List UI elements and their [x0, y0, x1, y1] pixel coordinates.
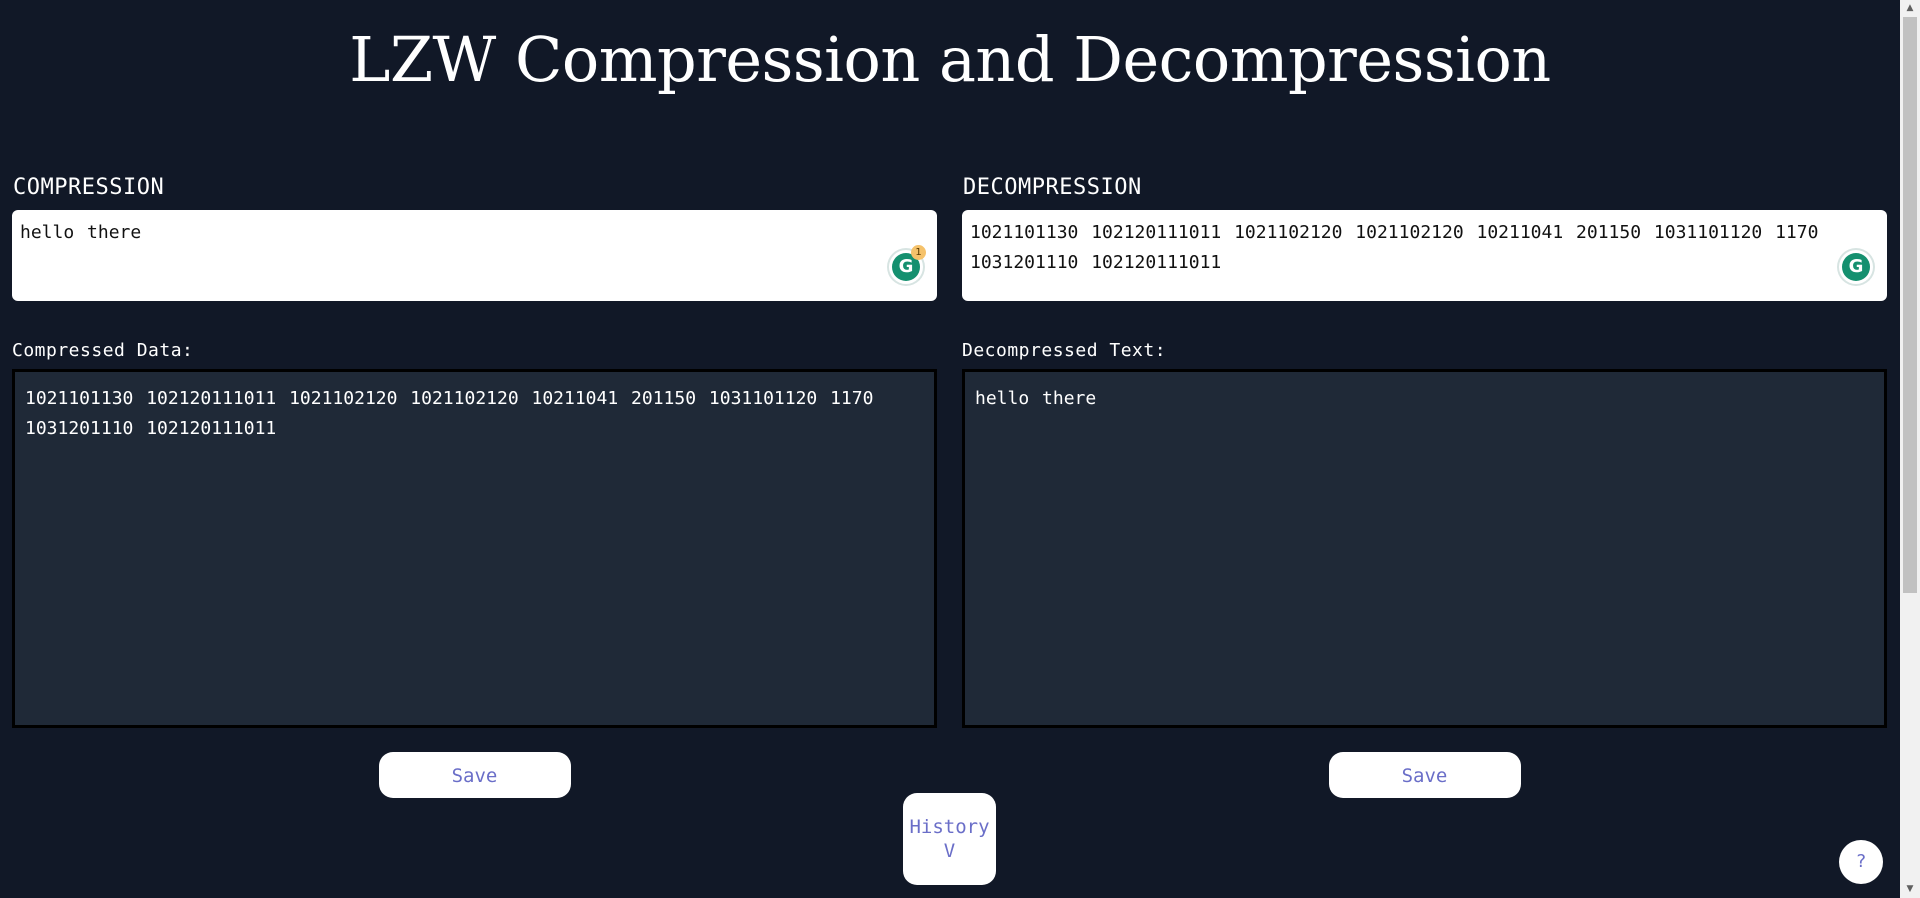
chevron-down-icon: V [943, 840, 956, 862]
decompression-section: DECOMPRESSION 1021101130 102120111011 10… [962, 174, 1887, 798]
compression-input-text: hello there [20, 222, 142, 243]
compressed-data-output[interactable]: 1021101130 102120111011 1021102120 10211… [12, 369, 937, 728]
scrollbar-thumb[interactable] [1903, 17, 1917, 593]
grammarly-icon[interactable]: G [1839, 250, 1873, 284]
compression-section: COMPRESSION hello there G 1 Compressed D… [12, 174, 937, 798]
history-button[interactable]: History V [903, 793, 996, 885]
scrollbar[interactable]: ▲ ▼ [1900, 0, 1920, 898]
decompressed-text-value: hello there [975, 388, 1097, 409]
decompression-label: DECOMPRESSION [963, 175, 1142, 200]
decompression-input[interactable]: 1021101130 102120111011 1021102120 10211… [962, 210, 1887, 301]
scroll-down-arrow-icon[interactable]: ▼ [1900, 881, 1920, 898]
decompression-save-button[interactable]: Save [1328, 752, 1521, 798]
decompressed-text-label: Decompressed Text: [962, 340, 1167, 361]
compression-save-button[interactable]: Save [378, 752, 571, 798]
decompression-input-text: 1021101130 102120111011 1021102120 10211… [970, 222, 1819, 273]
compression-input[interactable]: hello there G 1 [12, 210, 937, 301]
page-title: LZW Compression and Decompression [349, 23, 1551, 96]
scroll-up-arrow-icon[interactable]: ▲ [1900, 0, 1920, 17]
page: LZW Compression and Decompression COMPRE… [0, 0, 1900, 898]
decompressed-text-output[interactable]: hello there [962, 369, 1887, 728]
compression-label: COMPRESSION [13, 175, 165, 200]
help-button[interactable]: ? [1839, 840, 1883, 884]
grammarly-logo: G [1842, 253, 1870, 281]
compressed-data-text: 1021101130 102120111011 1021102120 10211… [25, 388, 874, 439]
compressed-data-label: Compressed Data: [12, 340, 194, 361]
grammarly-icon[interactable]: G 1 [889, 245, 926, 284]
grammarly-badge: 1 [911, 245, 926, 260]
history-label: History [909, 816, 990, 838]
